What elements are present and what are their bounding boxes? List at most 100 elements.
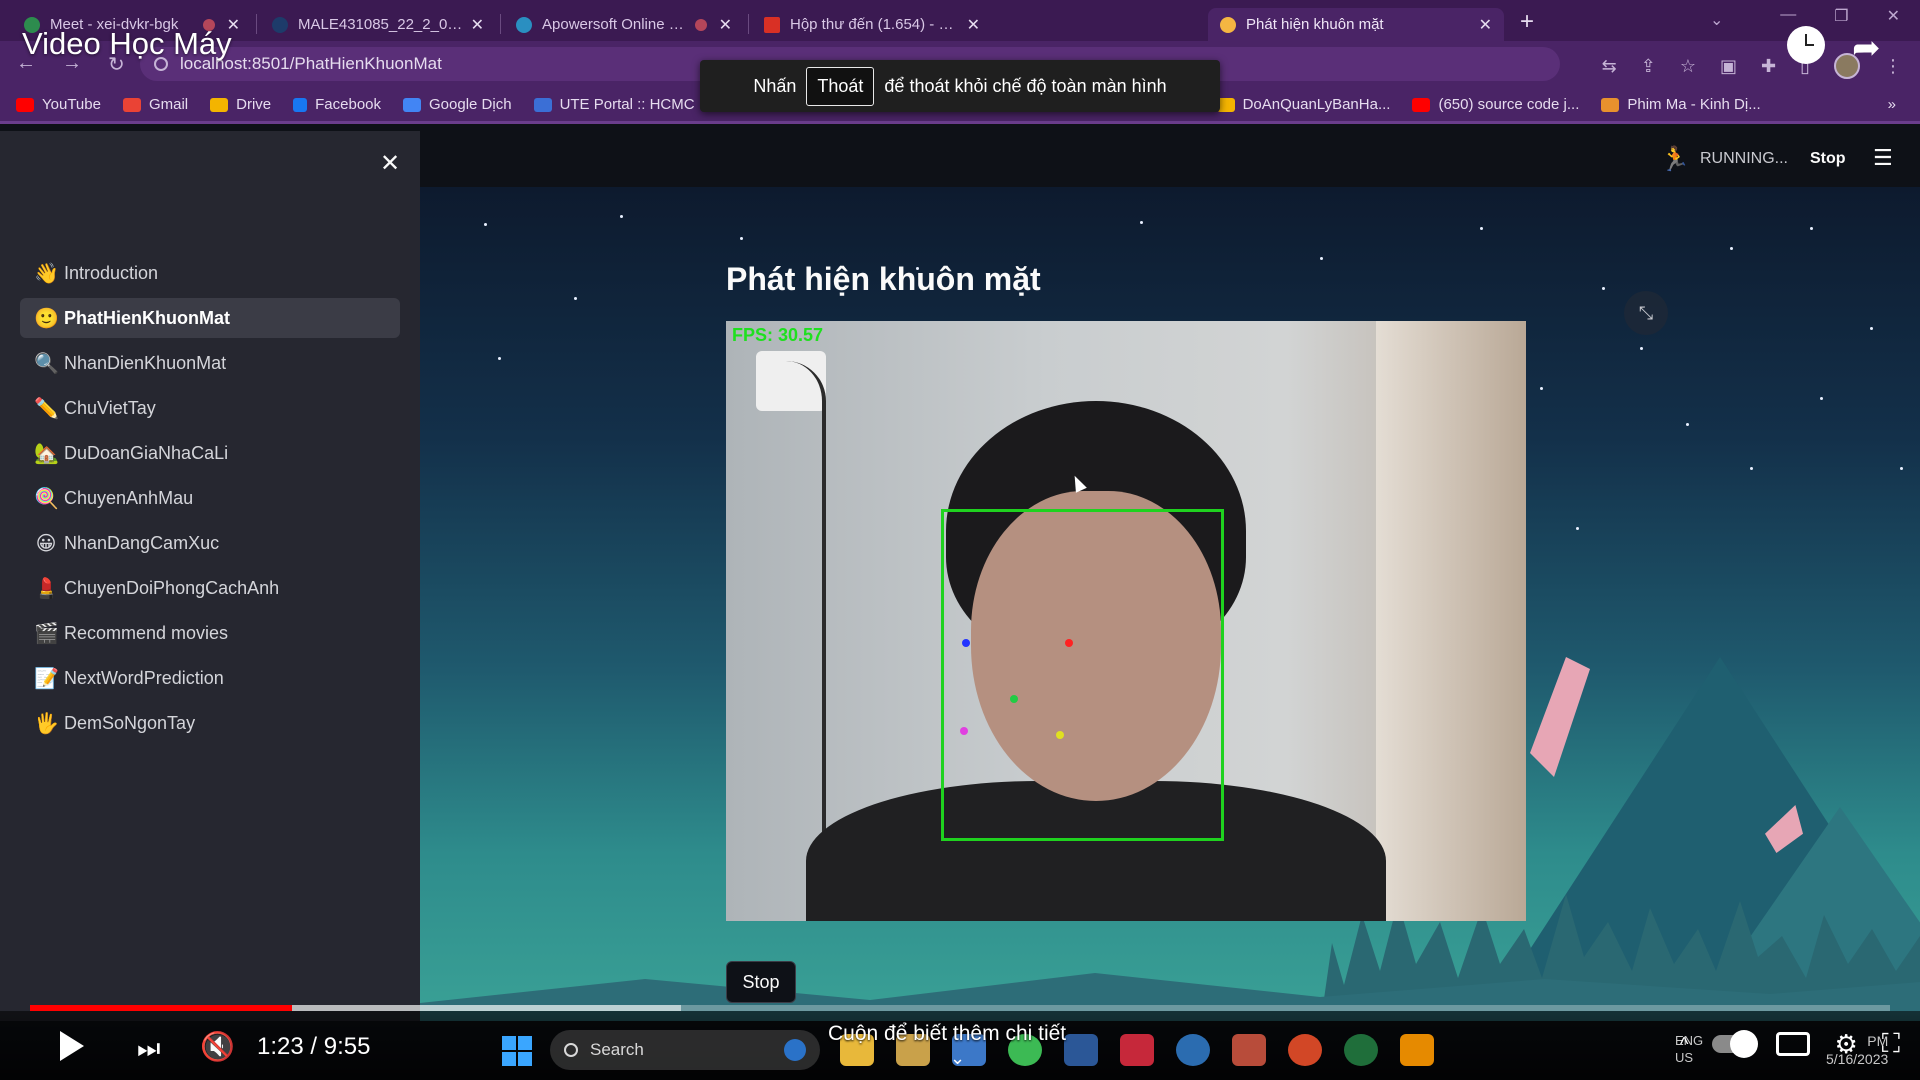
powerpoint-icon[interactable] <box>1288 1034 1322 1066</box>
sidebar-item-nhandienkhuonmat[interactable]: 🔍 NhanDienKhuonMat <box>20 343 400 383</box>
bookmark-item[interactable]: (650) source code j... <box>1412 96 1579 113</box>
bookmark-label: Gmail <box>148 96 189 113</box>
drive-icon <box>210 97 229 112</box>
close-tab-icon[interactable]: ✕ <box>471 15 484 35</box>
tab-title: MALE431085_22_2_04CLC: Nộp c <box>298 16 465 33</box>
sidebar-item-demsongontay[interactable]: 🖐️ DemSoNgonTay <box>20 703 400 743</box>
bookmark-item[interactable]: Phim Ma - Kinh Dị... <box>1601 96 1761 113</box>
taskbar-search[interactable]: Search <box>550 1030 820 1070</box>
snip-icon[interactable] <box>1232 1034 1266 1066</box>
close-tab-icon[interactable]: ✕ <box>967 15 980 35</box>
sidebar-item-label: ChuyenAnhMau <box>64 487 194 508</box>
subtitles-icon[interactable] <box>1776 1032 1811 1056</box>
sidebar-item-nextwordprediction[interactable]: 📝 NextWordPrediction <box>20 658 400 698</box>
settings-gear-icon[interactable]: ⚙ <box>1834 1029 1857 1060</box>
screen: Meet - xei-dvkr-bgk ✕ MALE431085_22_2_04… <box>0 0 1920 1080</box>
next-video-icon[interactable]: ⏭ <box>137 1033 160 1065</box>
word-icon[interactable] <box>1064 1034 1098 1066</box>
search-icon <box>564 1043 578 1057</box>
new-tab-icon[interactable]: + <box>1520 8 1534 36</box>
hamburger-menu-icon[interactable]: ☰ <box>1873 145 1893 171</box>
watch-later-icon[interactable] <box>1787 26 1825 64</box>
bookmark-star-icon[interactable]: ☆ <box>1680 56 1696 77</box>
bookmark-item[interactable]: Facebook <box>293 96 381 113</box>
sidebar-item-label: NhanDienKhuonMat <box>64 352 227 373</box>
tab-title: Phát hiện khuôn mặt <box>1246 16 1384 33</box>
fullscreen-exit-icon[interactable]: ⛶ <box>1882 1028 1900 1060</box>
green-app-icon[interactable] <box>1344 1034 1378 1066</box>
lollipop-icon: 🍭 <box>34 487 59 510</box>
moodle-icon <box>272 16 288 33</box>
mouth-left-landmark <box>960 727 968 735</box>
close-tab-icon[interactable]: ✕ <box>719 15 732 35</box>
close-sidebar-icon[interactable]: ✕ <box>380 149 400 178</box>
sidebar: ✕ 👋 Introduction 🙂 PhatHienKhuonMat 🔍 NhanD… <box>0 131 420 1021</box>
smiley-icon <box>1220 16 1236 33</box>
tab-search-icon[interactable]: ⌄ <box>1710 10 1723 30</box>
sidebar-item-recommend-movies[interactable]: 🎬 Recommend movies <box>20 613 400 653</box>
toast-text-before: Nhấn <box>753 75 797 96</box>
bookmark-item[interactable]: Drive <box>210 96 271 113</box>
bookmark-item[interactable]: YouTube <box>16 96 101 113</box>
sidebar-item-chuyendoiphongcachanh[interactable]: 💄 ChuyenDoiPhongCachAnh <box>20 568 400 608</box>
app-header: 🏃 RUNNING... Stop ☰ <box>420 131 1920 187</box>
bookmark-item[interactable]: Gmail <box>122 96 189 113</box>
fox-icon <box>1601 97 1620 112</box>
stop-run-button[interactable]: Stop <box>1810 150 1846 168</box>
muted-volume-icon[interactable]: 🔇 <box>200 1030 235 1063</box>
magnifier-icon: 🔍 <box>34 352 59 375</box>
sidebar-item-dudoangianhacali[interactable]: 🏡 DuDoanGiaNhaCaLi <box>20 433 400 473</box>
bookmark-item[interactable]: UTE Portal :: HCMC <box>533 96 695 113</box>
bookmark-item[interactable]: DoAnQuanLyBanHa... <box>1216 96 1390 113</box>
sidebar-item-nhandangcamxuc[interactable]: 😀 NhanDangCamXuc <box>20 523 400 563</box>
share-icon[interactable]: ⇪ <box>1641 56 1656 77</box>
youtube-icon <box>16 97 34 112</box>
autoplay-toggle[interactable] <box>1712 1030 1759 1058</box>
clapper-icon: 🎬 <box>34 622 59 645</box>
share-arrow-icon[interactable]: ➦ <box>1852 28 1881 68</box>
close-tab-icon[interactable]: ✕ <box>1479 15 1492 35</box>
bookmark-item[interactable]: Google Dịch <box>403 96 512 113</box>
status-text: RUNNING... <box>1700 150 1788 167</box>
time-display: 1:23 / 9:55 <box>257 1033 371 1060</box>
maximize-icon[interactable]: ❐ <box>1834 6 1848 26</box>
left-eye-landmark <box>962 639 970 647</box>
sidebar-nav: 👋 Introduction 🙂 PhatHienKhuonMat 🔍 NhanDie… <box>20 253 400 748</box>
bookmark-label: Phim Ma - Kinh Dị... <box>1627 96 1761 113</box>
w-app-icon[interactable] <box>1176 1034 1210 1066</box>
sidebar-item-label: DuDoanGiaNhaCaLi <box>64 442 229 463</box>
sidebar-item-phathienkhuonmat[interactable]: 🙂 PhatHienKhuonMat <box>20 298 400 338</box>
fullscreen-expand-icon[interactable]: ⤡ <box>1624 291 1668 335</box>
minimize-icon[interactable]: — <box>1780 6 1796 26</box>
sidebar-item-label: PhatHienKhuonMat <box>64 307 230 328</box>
jetbrains-icon[interactable] <box>1120 1034 1154 1066</box>
chevron-up-icon[interactable]: ^ <box>1680 1034 1688 1055</box>
mouth-right-landmark <box>1056 731 1064 739</box>
stop-button[interactable]: Stop <box>726 961 796 1003</box>
browser-tab[interactable]: MALE431085_22_2_04CLC: Nộp c ✕ <box>260 8 496 41</box>
browser-tab[interactable]: Apowersoft Online Screen R ✕ <box>504 8 744 41</box>
browser-tab-active[interactable]: Phát hiện khuôn mặt ✕ <box>1208 8 1504 41</box>
windows-start-icon[interactable] <box>502 1036 532 1066</box>
more-bookmarks-icon[interactable]: » <box>1888 96 1896 113</box>
sidebar-item-introduction[interactable]: 👋 Introduction <box>20 253 400 293</box>
sidebar-item-chuviettay[interactable]: ✏️ ChuVietTay <box>20 388 400 428</box>
chevron-down-icon[interactable]: ⌄ <box>950 1048 965 1069</box>
recording-icon <box>694 18 707 31</box>
window-close-icon[interactable]: ✕ <box>1887 6 1900 26</box>
bing-icon[interactable] <box>784 1039 806 1061</box>
video-title[interactable]: Video Học Máy <box>22 26 232 62</box>
progress-played <box>30 1005 292 1011</box>
sidebar-item-label: NextWordPrediction <box>64 667 224 688</box>
more-menu-icon[interactable]: ⋮ <box>1884 56 1902 77</box>
sidebar-item-chuyenanhmau[interactable]: 🍭 ChuyenAnhMau <box>20 478 400 518</box>
extension-icon[interactable]: ▣ <box>1720 56 1737 77</box>
vlc-icon[interactable] <box>1400 1034 1434 1066</box>
nose-landmark <box>1010 695 1018 703</box>
fps-counter: FPS: 30.57 <box>732 325 824 345</box>
extensions-puzzle-icon[interactable]: ✚ <box>1761 56 1776 77</box>
sidebar-item-label: DemSoNgonTay <box>64 712 196 733</box>
play-icon[interactable] <box>60 1031 84 1061</box>
translate-icon[interactable]: ⇆ <box>1602 56 1617 77</box>
browser-tab[interactable]: Hộp thư đến (1.654) - 20110590 ✕ <box>752 8 992 41</box>
